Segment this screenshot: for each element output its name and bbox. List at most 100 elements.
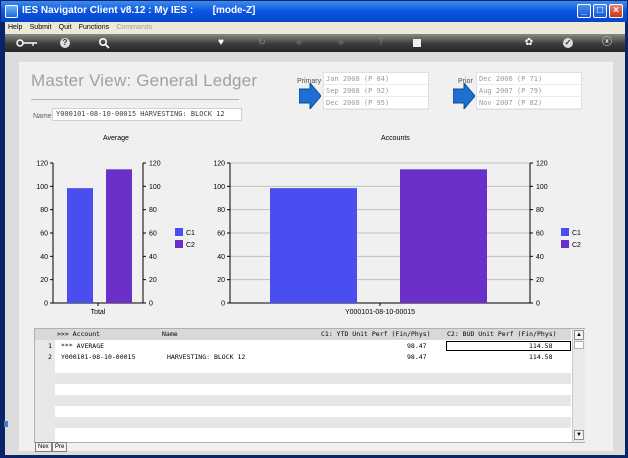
legend-label: C2 <box>186 242 195 249</box>
y-tick-label-right: 60 <box>536 231 544 238</box>
y-tick-label: 0 <box>221 301 225 308</box>
side-tab[interactable] <box>4 421 8 427</box>
prior-period[interactable]: Aug 2007 (P 79) <box>477 85 581 97</box>
fast-forward-icon: » <box>338 37 344 48</box>
primary-arrow-icon[interactable] <box>299 83 321 109</box>
prior-arrow-icon[interactable] <box>453 83 475 109</box>
average-chart: 0 0 20 20 40 40 60 60 80 80 100 100 120 120 Total C1 C2 <box>36 161 195 317</box>
cell-c2: 114.58 <box>529 353 553 361</box>
y-tick-label: 60 <box>217 231 225 238</box>
table-row[interactable]: 2 Y000101-08-10-00015 HARVESTING: BLOCK … <box>35 352 571 363</box>
close-window-button[interactable]: × <box>609 4 623 18</box>
key-icon[interactable] <box>15 37 39 49</box>
menu-bar: Help Submit Quit Functions Commands <box>5 22 625 34</box>
prior-period[interactable]: Nov 2007 (P 82) <box>477 97 581 109</box>
cell-account: *** AVERAGE <box>61 342 105 350</box>
title-bar[interactable]: IES Navigator Client v8.12 : My IES : [m… <box>1 1 627 22</box>
app-window: IES Navigator Client v8.12 : My IES : [m… <box>0 0 628 458</box>
name-field: Y000101-08-10-00015 HARVESTING: BLOCK 12 <box>52 108 242 121</box>
scroll-thumb[interactable] <box>574 341 584 349</box>
y-tick-label: 20 <box>40 277 48 284</box>
legend-swatch <box>561 228 569 236</box>
y-tick-label-right: 80 <box>149 207 157 214</box>
filter-icon: ⊤ <box>376 37 386 48</box>
scroll-down-icon[interactable]: ▼ <box>574 430 584 440</box>
y-tick-label: 120 <box>213 161 225 168</box>
y-tick-label-right: 20 <box>149 277 157 284</box>
toolbar: ? ♥ ↻ « » ⊤ ✿ ✓ ⓧ <box>5 34 625 52</box>
menu-help[interactable]: Help <box>8 22 22 34</box>
y-tick-label: 60 <box>40 231 48 238</box>
next-button[interactable]: Nex <box>35 442 52 452</box>
y-tick-label: 120 <box>36 161 48 168</box>
y-tick-label-right: 40 <box>149 254 157 261</box>
average-chart-title: Average <box>103 135 129 142</box>
vertical-scrollbar[interactable]: ▲ ▼ <box>572 329 585 442</box>
legend-label: C2 <box>572 242 581 249</box>
app-icon <box>5 5 18 18</box>
cell-account: Y000101-08-10-00015 <box>61 353 136 361</box>
y-tick-label-right: 120 <box>149 161 161 168</box>
y-tick-label: 20 <box>217 277 225 284</box>
grid-header: >>> Account Name C1: YTD Unit Perf (Fin/… <box>35 329 571 340</box>
window-title: IES Navigator Client v8.12 : My IES : [m… <box>22 5 256 16</box>
y-tick-label-right: 40 <box>536 254 544 261</box>
stop-icon[interactable] <box>410 37 424 49</box>
search-icon[interactable] <box>97 37 111 49</box>
column-header-c2[interactable]: C2: BUD Unit Perf (Fin/Phys) <box>447 330 557 338</box>
empty-row-band <box>55 373 571 384</box>
legend-swatch <box>561 240 569 248</box>
x-tick-label: Y000101-08-10-00015 <box>345 309 415 316</box>
y-tick-label: 40 <box>40 254 48 261</box>
scroll-up-icon[interactable]: ▲ <box>574 330 584 340</box>
check-icon[interactable]: ✓ <box>563 38 573 48</box>
row-number: 2 <box>48 353 52 361</box>
selected-cell[interactable] <box>446 341 571 351</box>
legend-label: C1 <box>186 230 195 237</box>
y-tick-label-right: 0 <box>536 301 540 308</box>
x-tick-label: Total <box>91 309 106 316</box>
menu-functions[interactable]: Functions <box>79 22 109 34</box>
y-tick-label-right: 0 <box>149 301 153 308</box>
help-icon[interactable]: ? <box>60 38 70 48</box>
accounts-chart: 0 0 20 20 40 40 60 60 80 80 100 100 120 120 Y000101-08… <box>213 161 581 317</box>
primary-period[interactable]: Jan 2008 (P 84) <box>324 73 428 85</box>
y-tick-label-right: 100 <box>149 184 161 191</box>
primary-period[interactable]: Dec 2008 (P 95) <box>324 97 428 109</box>
heart-icon[interactable]: ♥ <box>214 37 228 49</box>
y-tick-label-right: 60 <box>149 231 157 238</box>
column-header-account[interactable]: >>> Account <box>57 330 100 338</box>
name-label: Name <box>33 113 52 120</box>
y-tick-label-right: 120 <box>536 161 548 168</box>
previous-button[interactable]: Pre <box>52 442 68 452</box>
y-tick-label-right: 80 <box>536 207 544 214</box>
menu-quit[interactable]: Quit <box>59 22 72 34</box>
page-title: Master View: General Ledger <box>31 71 258 90</box>
empty-row-band <box>55 417 571 428</box>
column-header-name[interactable]: Name <box>162 330 178 338</box>
minimize-button[interactable]: _ <box>577 4 591 18</box>
y-tick-label-right: 20 <box>536 277 544 284</box>
settings-icon[interactable]: ✿ <box>522 37 536 49</box>
prior-period-list: Dec 2006 (P 71) Aug 2007 (P 79) Nov 2007… <box>476 72 582 110</box>
legend-label: C1 <box>572 230 581 237</box>
maximize-button[interactable]: □ <box>593 4 607 18</box>
y-tick-label: 100 <box>213 184 225 191</box>
empty-row-band <box>55 395 571 406</box>
title-divider <box>31 99 239 100</box>
menu-submit[interactable]: Submit <box>30 22 52 34</box>
close-icon[interactable]: ⓧ <box>600 37 614 49</box>
y-tick-label: 80 <box>217 207 225 214</box>
refresh-icon: ↻ <box>257 37 267 48</box>
column-header-c1[interactable]: C1: YTD Unit Perf (Fin/Phys) <box>321 330 431 338</box>
y-tick-label: 0 <box>44 301 48 308</box>
bar-c1 <box>270 188 357 303</box>
cell-c1: 98.47 <box>407 353 427 361</box>
prior-period[interactable]: Dec 2006 (P 71) <box>477 73 581 85</box>
ledger-grid: >>> Account Name C1: YTD Unit Perf (Fin/… <box>34 328 585 443</box>
y-tick-label-right: 100 <box>536 184 548 191</box>
primary-period-list: Jan 2008 (P 84) Sep 2008 (P 92) Dec 2008… <box>323 72 429 110</box>
y-tick-label: 40 <box>217 254 225 261</box>
y-tick-label: 80 <box>40 207 48 214</box>
primary-period[interactable]: Sep 2008 (P 92) <box>324 85 428 97</box>
